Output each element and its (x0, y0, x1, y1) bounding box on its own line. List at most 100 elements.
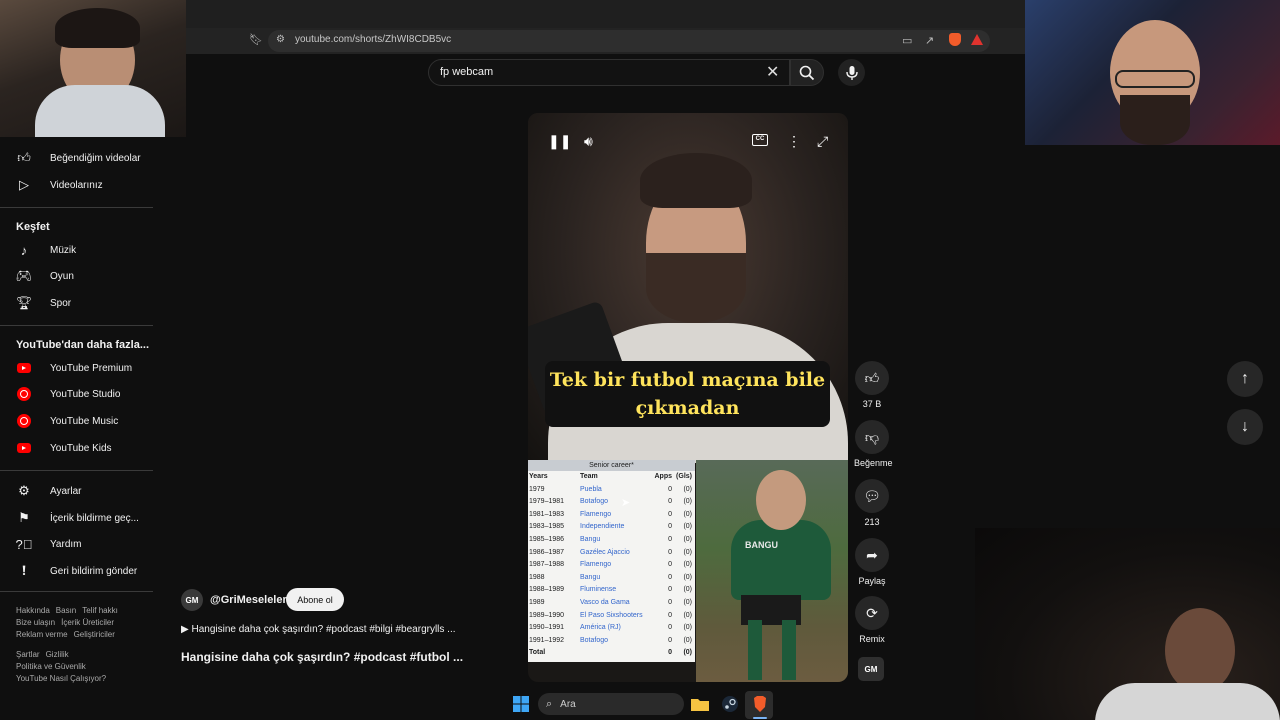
search-icon (799, 65, 815, 81)
subscribe-button[interactable]: Abone ol (286, 588, 344, 611)
table-header-row: Years Team Apps (Gls) (528, 471, 695, 484)
remix-action[interactable]: ⟳ Remix (854, 596, 890, 644)
table-row: 1988 Bangu 0 (0) (528, 572, 695, 585)
sidebar-item-youtube-music[interactable]: YouTube Music (16, 408, 118, 434)
table-cell: 0 (668, 636, 672, 644)
footer-link-how-youtube-works[interactable]: YouTube Nasıl Çalışıyor? (16, 674, 106, 683)
like-count: 37 B (862, 399, 882, 409)
footer-link-contact[interactable]: Bize ulaşın (16, 618, 55, 627)
file-explorer-icon[interactable] (690, 694, 710, 714)
footer-link-privacy[interactable]: Gizlilik (46, 650, 69, 659)
thumb-up-icon[interactable]: 👍︎ (855, 361, 889, 395)
table-row: 1988–1989 Fluminense 0 (0) (528, 584, 695, 597)
webcam-overlay-bottom (975, 528, 1280, 720)
steam-icon[interactable] (720, 694, 740, 714)
previous-short-button[interactable]: ↑ (1227, 361, 1263, 397)
footer-link-about[interactable]: Hakkında (16, 606, 50, 615)
sidebar-item-label: YouTube Music (50, 415, 119, 427)
table-cell: (0) (683, 586, 692, 594)
youtube-kids-icon (16, 440, 32, 456)
channel-name[interactable]: @GriMeseleler (210, 594, 287, 606)
windows-start-icon[interactable] (511, 694, 531, 714)
dislike-action[interactable]: 👎︎ Beğenme (854, 420, 893, 468)
footer-link-press[interactable]: Basın (56, 606, 76, 615)
footer-link-creators[interactable]: İçerik Üreticiler (61, 618, 114, 627)
table-cell: 1985–1986 (529, 535, 565, 543)
table-cell: 0 (668, 510, 672, 518)
pause-icon[interactable]: ❚❚ (548, 133, 571, 150)
share-action[interactable]: ➦ Paylaş (854, 538, 890, 586)
comment-icon[interactable]: 💬︎ (855, 479, 889, 513)
host-beard (646, 253, 746, 323)
comment-action[interactable]: 💬︎ 213 (854, 479, 890, 527)
brave-rewards-icon[interactable] (971, 34, 983, 45)
sidebar-item-report-history[interactable]: ⚑ İçerik bildirme geç... (16, 505, 139, 531)
footer-link-developers[interactable]: Geliştiriciler (74, 630, 115, 639)
sidebar-item-gaming[interactable]: 🎮︎ Oyun (16, 263, 74, 289)
sidebar-item-music[interactable]: ♪ Müzik (16, 237, 76, 263)
sidebar-item-label: Oyun (50, 270, 74, 282)
sidebar-item-liked-videos[interactable]: 👍︎ Beğendiğim videolar (16, 145, 141, 171)
sidebar-item-label: Ayarlar (50, 485, 82, 497)
youtube-music-icon (16, 413, 32, 429)
table-cell: (0) (683, 624, 692, 632)
bookmark-icon[interactable]: 🔖︎ (249, 33, 263, 46)
clear-search-icon[interactable]: ✕ (766, 62, 779, 82)
like-action[interactable]: 👍︎ 37 B (854, 361, 890, 409)
table-cell: 0 (668, 598, 672, 606)
table-cell: Bangu (580, 535, 601, 543)
table-cell: 0 (668, 523, 672, 531)
share-icon[interactable]: ➦ (855, 538, 889, 572)
table-cell: (0) (683, 598, 692, 606)
channel-avatar[interactable]: GM (181, 589, 203, 611)
channel-audio-thumbnail[interactable]: GM (858, 657, 884, 681)
table-row: 1990–1991 América (RJ) 0 (0) (528, 622, 695, 635)
sidebar-item-settings[interactable]: ⚙︎ Ayarlar (16, 478, 82, 504)
fullscreen-icon[interactable]: ⤢ (817, 133, 828, 150)
sidebar-item-label: Yardım (50, 538, 82, 550)
video-description[interactable]: ▶ Hangisine daha çok şaşırdın? #podcast … (181, 624, 456, 635)
footer-link-copyright[interactable]: Telif hakkı (82, 606, 118, 615)
brave-shield-icon[interactable] (949, 33, 961, 46)
cast-icon[interactable]: ▭ (902, 34, 912, 47)
sidebar-item-help[interactable]: ?⃝ Yardım (16, 531, 82, 557)
table-cell (580, 647, 652, 660)
sidebar-item-youtube-studio[interactable]: YouTube Studio (16, 381, 120, 407)
captions-icon[interactable]: CC (752, 134, 768, 146)
table-cell: Botafogo (580, 498, 609, 506)
thumb-down-icon[interactable]: 👎︎ (855, 420, 889, 454)
site-settings-icon[interactable]: ⚙︎ (276, 34, 285, 45)
shorts-video-player[interactable]: Tek bir futbol maçına bile çıkmadan ❚❚ 🔊… (528, 113, 848, 682)
footer-link-policy-safety[interactable]: Politika ve Güvenlik (16, 662, 86, 671)
player-head (756, 470, 806, 530)
share-page-icon[interactable]: ↗ (925, 34, 934, 47)
sidebar-item-send-feedback[interactable]: ❗︎ Geri bildirim gönder (16, 558, 137, 584)
search-button[interactable] (790, 59, 824, 86)
sidebar-item-your-videos[interactable]: ▷ Videolarınız (16, 172, 103, 198)
sidebar-item-sports[interactable]: 🏆︎ Spor (16, 290, 71, 316)
table-cell: (0) (683, 611, 692, 619)
table-cell: (0) (683, 561, 692, 569)
video-title[interactable]: Hangisine daha çok şaşırdın? #podcast #f… (181, 650, 463, 664)
voice-search-button[interactable] (838, 59, 865, 86)
table-cell: Fluminense (580, 586, 617, 594)
table-cell: Gazélec Ajaccio (580, 548, 630, 556)
taskbar-search[interactable]: ⌕ Ara (538, 693, 684, 715)
footer-link-terms[interactable]: Şartlar (16, 650, 40, 659)
sidebar-item-youtube-premium[interactable]: YouTube Premium (16, 355, 132, 381)
footer-link-advertise[interactable]: Reklam verme (16, 630, 68, 639)
sidebar-item-label: Beğendiğim videolar (50, 152, 141, 164)
brave-browser-icon[interactable] (750, 694, 770, 714)
volume-icon[interactable]: 🔊︎ (584, 133, 593, 150)
footer-links-row: Şartlar Gizlilik (16, 650, 75, 659)
jersey-text: BANGU (745, 540, 778, 550)
url-text[interactable]: youtube.com/shorts/ZhWI8CDB5vc (295, 34, 451, 45)
remix-icon[interactable]: ⟳ (855, 596, 889, 630)
next-short-button[interactable]: ↓ (1227, 409, 1263, 445)
table-cell: (0) (683, 548, 692, 556)
person-face (1165, 608, 1235, 693)
sidebar-item-youtube-kids[interactable]: YouTube Kids (16, 435, 112, 461)
youtube-premium-icon (16, 360, 32, 376)
more-options-icon[interactable]: ⋮ (787, 133, 801, 150)
table-cell: 0 (668, 611, 672, 619)
